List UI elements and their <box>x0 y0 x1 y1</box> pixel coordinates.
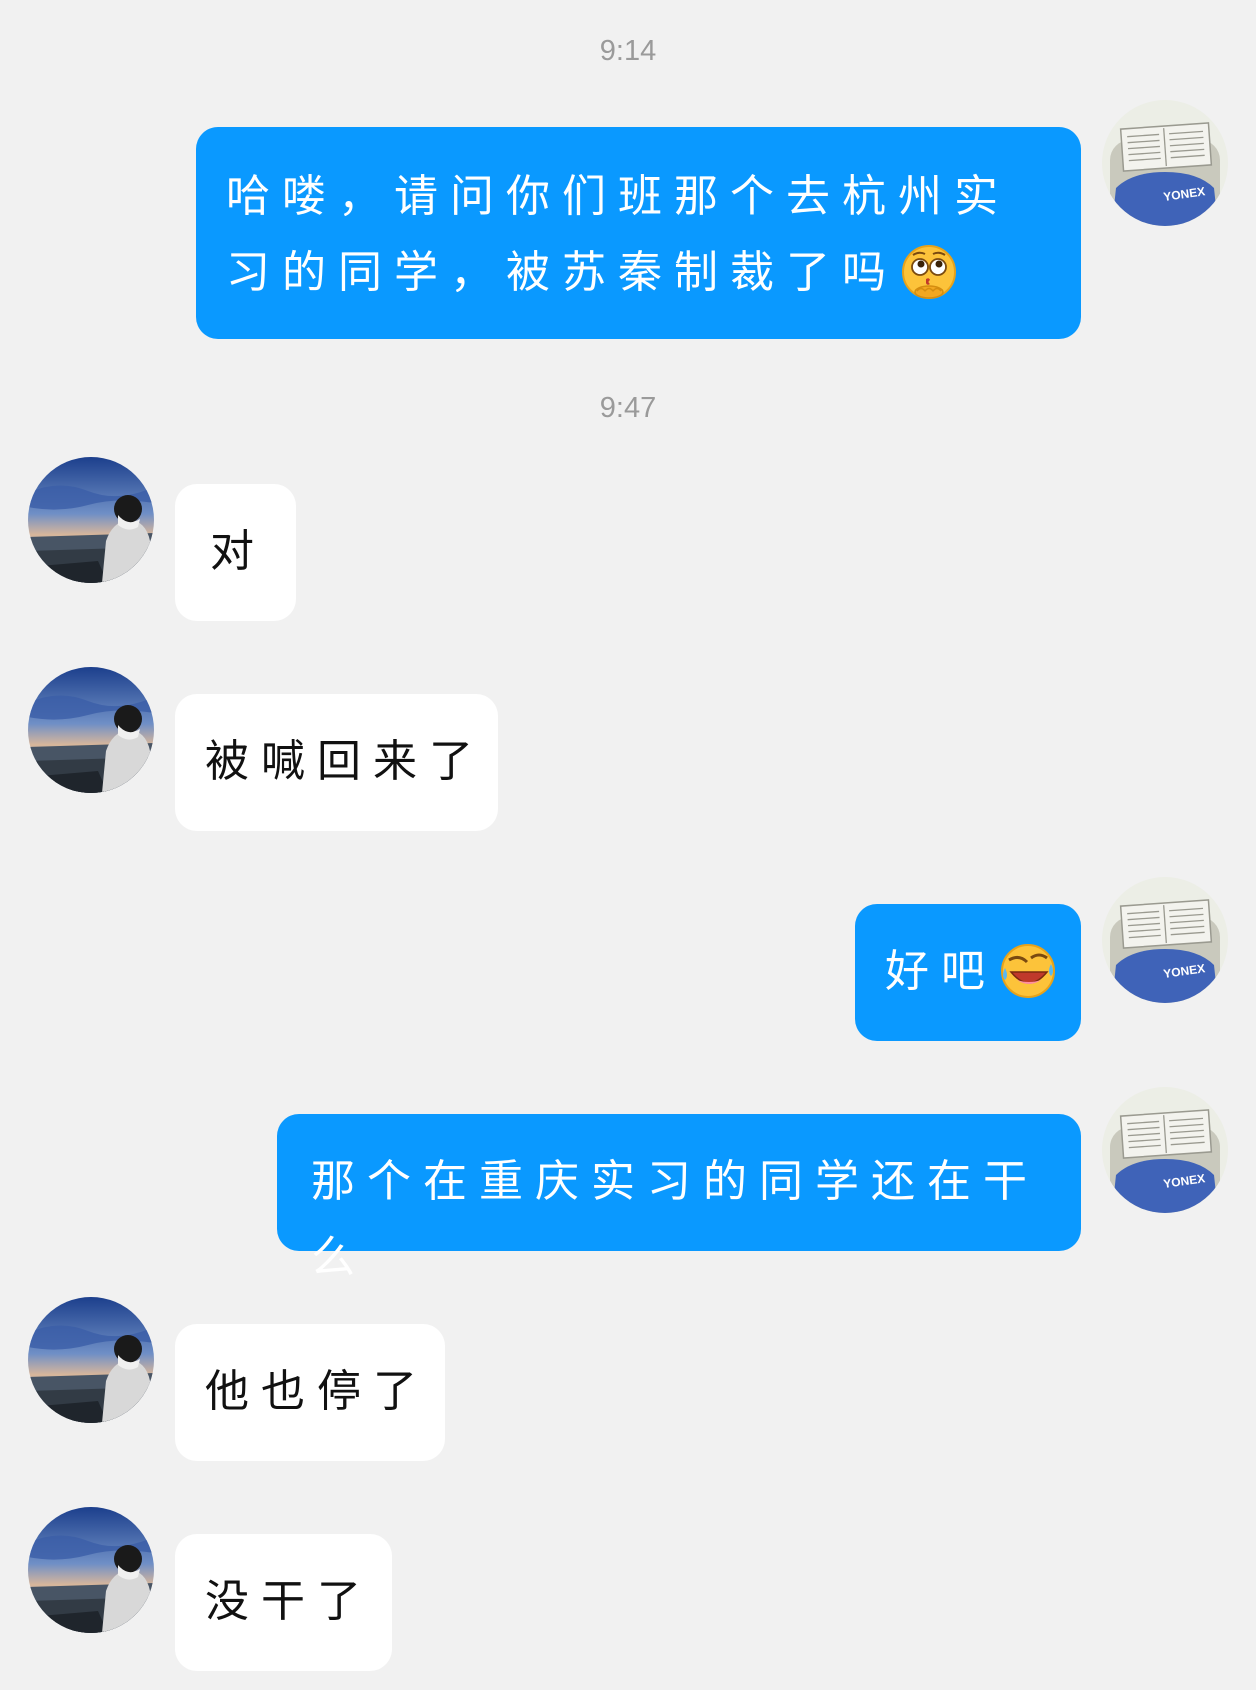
my-avatar[interactable]: YONEX <box>1102 100 1228 226</box>
message-bubble[interactable]: 哈喽，请问你们班那个去杭州实习的同学，被苏秦制裁了吗 <box>196 127 1081 339</box>
newspaper-person-icon: YONEX <box>1102 100 1228 226</box>
contact-avatar[interactable] <box>28 457 154 583</box>
message-bubble[interactable]: 那个在重庆实习的同学还在干么 <box>277 1114 1081 1283</box>
message-text: 被喊回来了 <box>205 736 485 787</box>
message-bubble[interactable]: 对 <box>175 484 296 621</box>
my-avatar[interactable]: YONEX <box>1102 1087 1228 1213</box>
message-text: 哈喽，请问你们班那个去杭州实习的同学，被苏秦制裁了吗 <box>226 171 1010 298</box>
contact-avatar[interactable] <box>28 1297 154 1423</box>
newspaper-person-icon: YONEX <box>1102 1087 1228 1213</box>
message-text: 对 <box>210 526 266 577</box>
seaside-person-icon <box>28 457 154 583</box>
message-bubble[interactable]: 好吧 <box>855 904 1081 1041</box>
message-bubble[interactable]: 他也停了 <box>175 1324 445 1461</box>
message-text: 那个在重庆实习的同学还在干么 <box>311 1156 1039 1283</box>
timestamp: 9:14 <box>599 35 657 67</box>
contact-avatar[interactable] <box>28 667 154 793</box>
newspaper-person-icon: YONEX <box>1102 877 1228 1003</box>
seaside-person-icon <box>28 1297 154 1423</box>
contact-avatar[interactable] <box>28 1507 154 1633</box>
message-bubble[interactable]: 没干了 <box>175 1534 392 1671</box>
seaside-person-icon <box>28 667 154 793</box>
message-bubble[interactable]: 被喊回来了 <box>175 694 498 831</box>
seaside-person-icon <box>28 1507 154 1633</box>
timestamp: 9:47 <box>599 392 657 424</box>
thinking-emoji-icon <box>900 243 958 301</box>
my-avatar[interactable]: YONEX <box>1102 877 1228 1003</box>
message-text: 没干了 <box>205 1576 373 1627</box>
message-text: 他也停了 <box>205 1366 429 1417</box>
laugh-cry-emoji-icon <box>999 942 1057 1000</box>
message-text: 好吧 <box>885 946 997 997</box>
